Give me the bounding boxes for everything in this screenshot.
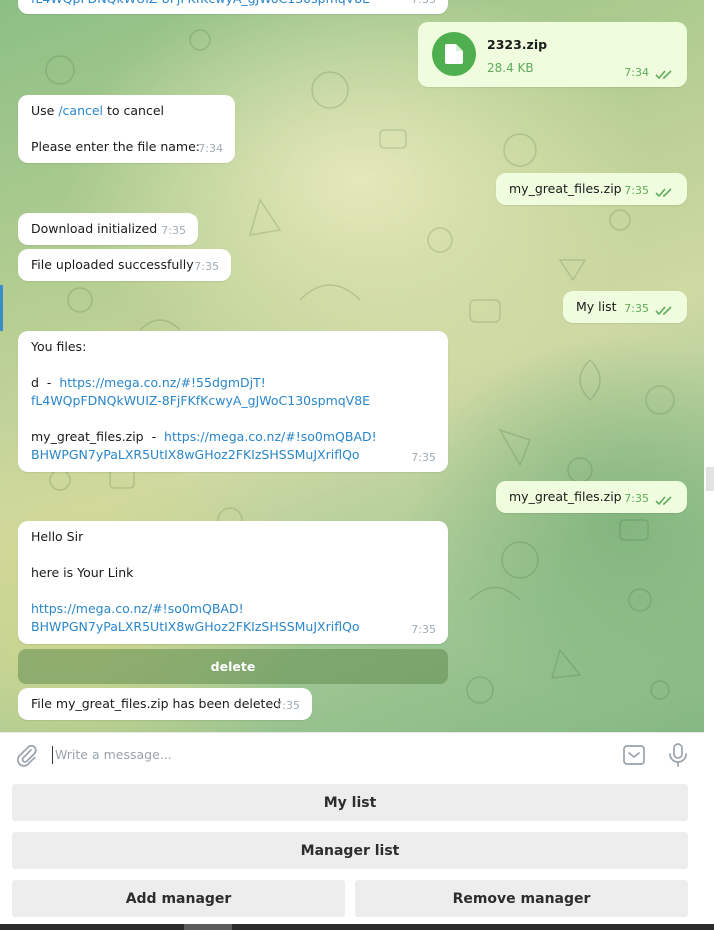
message-time: 7:35 xyxy=(275,699,300,712)
message-bubble: File my_great_files.zip has been deleted… xyxy=(18,688,312,720)
read-checks-icon xyxy=(655,496,672,506)
document-icon[interactable] xyxy=(432,32,476,76)
message-bubble-partial: fL4WQpFDNQkWUIZ-8FjFKfKcwyA_gJWoC130spmq… xyxy=(18,0,448,14)
prompt-message-bubble: Use /cancel to cancel Please enter the f… xyxy=(18,95,235,163)
file-size: 28.4 KB xyxy=(487,61,534,75)
keyboard-toggle-icon[interactable] xyxy=(622,743,646,767)
message-text: my_great_files.zip xyxy=(509,489,622,504)
link-message-bubble: Hello Sir here is Your Link https://mega… xyxy=(18,521,448,644)
file-entry-link-continued[interactable]: BHWPGN7yPaLXR5UtIX8wGHoz2FKIzSHSSMuJXrif… xyxy=(31,446,360,464)
message-text: My list xyxy=(576,299,617,314)
file-entry-link[interactable]: https://mega.co.nz/#!so0mQBAD! xyxy=(164,429,377,444)
file-entry-name: my_great_files.zip xyxy=(31,429,144,444)
text-caret xyxy=(52,746,53,764)
cancel-command-link[interactable]: /cancel xyxy=(58,103,103,118)
message-text: Download initialized xyxy=(31,221,158,236)
message-time: 7:35 xyxy=(161,224,186,237)
read-checks-icon xyxy=(655,188,672,198)
file-name: 2323.zip xyxy=(487,37,548,52)
message-time: 7:34 xyxy=(198,142,223,155)
manager-list-button[interactable]: Manager list xyxy=(12,832,688,869)
prompt-suffix: to cancel xyxy=(103,103,165,118)
scrollbar[interactable] xyxy=(704,0,714,732)
download-link-continued[interactable]: BHWPGN7yPaLXR5UtIX8wGHoz2FKIzSHSSMuJXrif… xyxy=(31,618,360,636)
file-entry-link[interactable]: https://mega.co.nz/#!55dgmDjT! xyxy=(59,375,265,390)
chat-background: fL4WQpFDNQkWUIZ-8FjFKfKcwyA_gJWoC130spmq… xyxy=(0,0,704,732)
message-bubble: File uploaded successfully 7:35 xyxy=(18,249,231,281)
message-time: 7:35 xyxy=(624,492,649,505)
delete-inline-button[interactable]: delete xyxy=(18,649,448,684)
file-entry-name: d xyxy=(31,375,39,390)
message-time: 7:35 xyxy=(411,451,436,464)
outgoing-message-bubble: My list 7:35 xyxy=(563,291,687,323)
file-entry-separator: - xyxy=(151,429,157,444)
message-link[interactable]: fL4WQpFDNQkWUIZ-8FjFKfKcwyA_gJWoC130spmq… xyxy=(31,0,370,8)
outgoing-message-bubble: my_great_files.zip 7:35 xyxy=(496,481,687,513)
remove-manager-button[interactable]: Remove manager xyxy=(355,880,688,917)
file-entry-separator: - xyxy=(46,375,52,390)
files-list-bubble: You files: d - https://mega.co.nz/#!55dg… xyxy=(18,331,448,472)
prompt-prefix: Use xyxy=(31,103,59,118)
message-time: 7:35 xyxy=(411,623,436,636)
message-time: 7:34 xyxy=(624,66,649,79)
paperclip-icon[interactable] xyxy=(14,743,38,767)
file-message-bubble[interactable]: 2323.zip 28.4 KB 7:34 xyxy=(418,22,687,87)
message-composer: Write a message... xyxy=(0,732,704,776)
message-text: my_great_files.zip xyxy=(509,181,622,196)
message-time: 7:33 xyxy=(411,0,436,9)
selection-accent xyxy=(0,285,3,331)
outgoing-message-bubble: my_great_files.zip 7:35 xyxy=(496,173,687,205)
greeting-text: Hello Sir xyxy=(31,529,84,544)
file-entry-link-continued[interactable]: fL4WQpFDNQkWUIZ-8FjFKfKcwyA_gJWoC130spmq… xyxy=(31,392,370,410)
message-text: File my_great_files.zip has been deleted xyxy=(31,696,282,711)
taskbar-strip xyxy=(0,924,714,930)
read-checks-icon xyxy=(655,70,672,80)
files-list-header: You files: xyxy=(31,339,87,354)
message-text: File uploaded successfully xyxy=(31,257,194,272)
taskbar-item[interactable] xyxy=(184,924,232,930)
prompt-line: Please enter the file name: xyxy=(31,139,201,154)
add-manager-button[interactable]: Add manager xyxy=(12,880,345,917)
message-time: 7:35 xyxy=(194,260,219,273)
read-checks-icon xyxy=(655,306,672,316)
message-input[interactable]: Write a message... xyxy=(55,747,172,762)
message-bubble: Download initialized 7:35 xyxy=(18,213,198,245)
scrollbar-thumb[interactable] xyxy=(706,467,714,491)
message-time: 7:35 xyxy=(624,184,649,197)
microphone-icon[interactable] xyxy=(666,742,690,768)
reply-keyboard: My list Manager list Add manager Remove … xyxy=(0,776,704,924)
download-link[interactable]: https://mega.co.nz/#!so0mQBAD! xyxy=(31,600,244,618)
message-time: 7:35 xyxy=(624,302,649,315)
message-text: here is Your Link xyxy=(31,565,134,580)
my-list-button[interactable]: My list xyxy=(12,784,688,821)
